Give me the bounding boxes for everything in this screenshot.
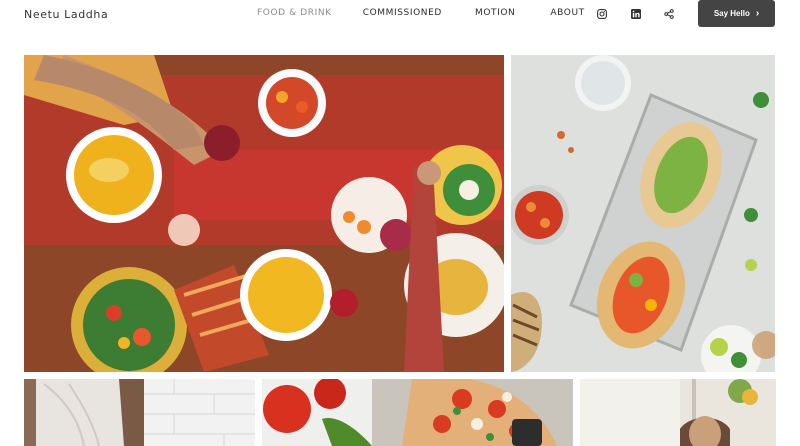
share-icon[interactable] (663, 8, 674, 19)
instagram-icon[interactable] (596, 8, 607, 19)
say-hello-button[interactable]: Say Hello › (698, 0, 775, 27)
nav-item-commissioned[interactable]: COMMISSIONED (363, 8, 442, 18)
gallery-image-pizza[interactable] (262, 379, 573, 446)
photo-tacos (511, 55, 775, 372)
nav-item-food-drink[interactable]: FOOD & DRINK (257, 8, 332, 18)
linkedin-icon[interactable] (630, 8, 641, 19)
gallery-image-portrait[interactable] (580, 379, 776, 446)
gallery-image-apron[interactable] (24, 379, 255, 446)
say-hello-label: Say Hello (713, 9, 750, 18)
photo-apron (24, 379, 255, 446)
gallery-image-table-spread[interactable] (24, 55, 504, 372)
photo-pizza (262, 379, 573, 446)
main-nav: FOOD & DRINK COMMISSIONED MOTION ABOUT (257, 8, 585, 18)
site-header: Neetu Laddha FOOD & DRINK COMMISSIONED M… (0, 0, 800, 40)
nav-item-motion[interactable]: MOTION (475, 8, 515, 18)
chevron-right-icon: › (755, 7, 760, 19)
gallery-image-tacos[interactable] (511, 55, 775, 372)
photo-table-spread (24, 55, 504, 372)
nav-item-about[interactable]: ABOUT (550, 8, 584, 18)
site-logo[interactable]: Neetu Laddha (24, 8, 108, 21)
photo-portrait (580, 379, 776, 446)
